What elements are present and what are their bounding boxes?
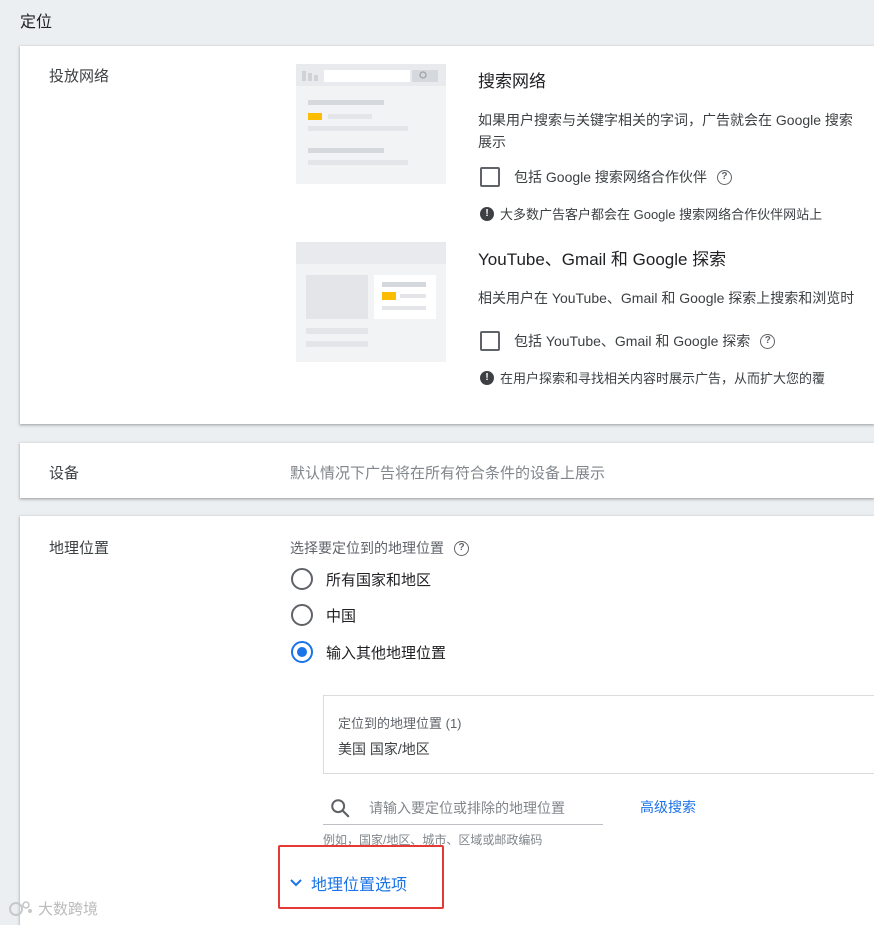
targeted-locations-header: 定位到的地理位置 (1) xyxy=(338,716,462,731)
radio-china[interactable]: 中国 xyxy=(291,604,356,626)
targeted-locations-box: 定位到的地理位置 (1) 美国 国家/地区 xyxy=(323,695,874,774)
display-network-label: 包括 YouTube、Gmail 和 Google 探索 xyxy=(514,333,751,349)
location-search-input[interactable] xyxy=(369,800,589,816)
radio-label: 所有国家和地区 xyxy=(326,571,432,589)
targeted-location-item[interactable]: 美国 国家/地区 xyxy=(338,739,430,759)
search-partners-info: ! 大多数广告客户都会在 Google 搜索网络合作伙伴网站上 xyxy=(480,204,822,223)
help-icon[interactable]: ? xyxy=(454,540,469,556)
search-page-graphic xyxy=(296,64,446,165)
devices-summary: 默认情况下广告将在所有符合条件的设备上展示 xyxy=(290,465,606,482)
display-network-row[interactable]: 包括 YouTube、Gmail 和 Google 探索 ? xyxy=(480,331,776,351)
display-network-info-text: 在用户探索和寻找相关内容时展示广告，从而扩大您的覆 xyxy=(500,371,826,386)
highlight-box xyxy=(278,845,444,909)
section-title: 定位 xyxy=(20,14,53,31)
search-network-title: 搜索网络 xyxy=(478,72,546,91)
radio-button-selected[interactable] xyxy=(291,641,313,663)
search-network-desc-line2: 展示 xyxy=(478,134,506,150)
display-network-info: ! 在用户探索和寻找相关内容时展示广告，从而扩大您的覆 xyxy=(480,368,825,387)
radio-label: 输入其他地理位置 xyxy=(326,644,447,662)
help-icon[interactable]: ? xyxy=(760,333,776,349)
radio-button[interactable] xyxy=(291,568,313,590)
location-search[interactable] xyxy=(323,792,603,825)
geo-label: 地理位置 xyxy=(49,540,110,557)
info-icon: ! xyxy=(480,370,494,385)
display-page-graphic xyxy=(296,242,446,347)
watermark-text: 大数跨境 xyxy=(38,901,99,918)
search-partners-label: 包括 Google 搜索网络合作伙伴 xyxy=(514,169,707,185)
search-partners-info-text: 大多数广告客户都会在 Google 搜索网络合作伙伴网站上 xyxy=(500,207,823,222)
advanced-search-link[interactable]: 高级搜索 xyxy=(640,797,696,817)
radio-label: 中国 xyxy=(326,607,357,625)
networks-label: 投放网络 xyxy=(49,68,110,85)
display-network-checkbox[interactable] xyxy=(480,331,500,351)
geo-prompt: 选择要定位到的地理位置 ? xyxy=(290,538,469,558)
radio-all-countries[interactable]: 所有国家和地区 xyxy=(291,568,431,590)
display-network-desc: 相关用户在 YouTube、Gmail 和 Google 探索上搜索和浏览时 xyxy=(478,290,855,306)
geo-card: 地理位置 选择要定位到的地理位置 ? 所有国家和地区 中国 输入其他地理位置 定… xyxy=(20,516,874,925)
search-icon xyxy=(331,799,350,818)
watermark-logo-icon xyxy=(9,900,32,916)
help-icon[interactable]: ? xyxy=(716,169,732,185)
display-network-title: YouTube、Gmail 和 Google 探索 xyxy=(478,250,727,269)
search-network-illustration xyxy=(296,64,446,184)
display-network-illustration xyxy=(296,242,446,362)
devices-label: 设备 xyxy=(49,465,80,482)
search-partners-row[interactable]: 包括 Google 搜索网络合作伙伴 ? xyxy=(480,167,732,187)
radio-other-location[interactable]: 输入其他地理位置 xyxy=(291,641,446,663)
search-partners-checkbox[interactable] xyxy=(480,167,500,187)
networks-card: 投放网络 搜索网络 如果用户搜索与关键字相关的字词，广告就会在 Google 搜… xyxy=(20,46,874,424)
devices-card[interactable]: 设备 默认情况下广告将在所有符合条件的设备上展示 xyxy=(20,443,874,498)
radio-button[interactable] xyxy=(291,604,313,626)
info-icon: ! xyxy=(480,206,494,221)
geo-prompt-text: 选择要定位到的地理位置 xyxy=(290,540,444,556)
search-network-desc-line1: 如果用户搜索与关键字相关的字词，广告就会在 Google 搜索 xyxy=(478,112,853,128)
search-network-desc: 如果用户搜索与关键字相关的字词，广告就会在 Google 搜索 展示 xyxy=(478,109,874,153)
watermark: 大数跨境 xyxy=(8,898,98,919)
